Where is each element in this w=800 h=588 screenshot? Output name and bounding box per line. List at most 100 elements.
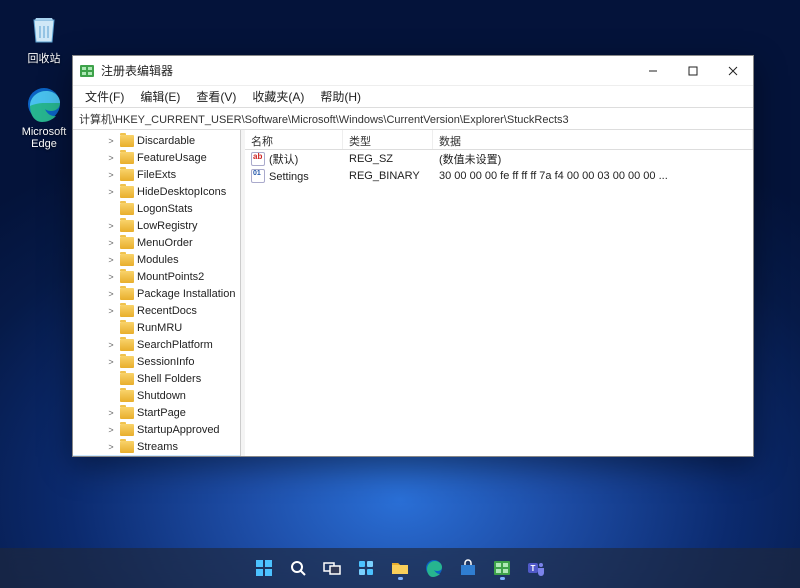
value-type: REG_SZ bbox=[343, 153, 433, 165]
tree-item[interactable]: > RecentDocs bbox=[73, 302, 240, 319]
edge-icon bbox=[24, 84, 64, 124]
tree-item-label: Shutdown bbox=[137, 390, 186, 402]
minimize-button[interactable] bbox=[633, 56, 673, 86]
recycle-bin-icon bbox=[24, 8, 64, 48]
tree-item[interactable]: > StartupApproved bbox=[73, 421, 240, 438]
tree-item[interactable]: > SearchPlatform bbox=[73, 336, 240, 353]
tree-item[interactable]: > FileExts bbox=[73, 166, 240, 183]
expander-icon[interactable]: > bbox=[105, 272, 117, 282]
tree-item[interactable]: StuckRects3 bbox=[73, 455, 240, 456]
menu-favorites[interactable]: 收藏夹(A) bbox=[246, 86, 310, 107]
tree-item[interactable]: >SessionInfo bbox=[73, 353, 240, 370]
column-type[interactable]: 类型 bbox=[343, 130, 433, 149]
desktop-icon-label: 回收站 bbox=[14, 50, 74, 66]
folder-icon bbox=[120, 271, 134, 283]
widgets-button[interactable] bbox=[352, 554, 380, 582]
expander-icon[interactable]: > bbox=[105, 187, 117, 197]
tree-item-label: Modules bbox=[137, 254, 179, 266]
teams-button[interactable]: T bbox=[522, 554, 550, 582]
expander-icon[interactable]: > bbox=[105, 289, 117, 299]
folder-icon bbox=[120, 169, 134, 181]
folder-icon bbox=[120, 356, 134, 368]
folder-icon bbox=[120, 390, 134, 402]
taskview-button[interactable] bbox=[318, 554, 346, 582]
tree-item-label: LogonStats bbox=[137, 203, 193, 215]
tree-item[interactable]: >Streams bbox=[73, 438, 240, 455]
tree-item[interactable]: Shutdown bbox=[73, 387, 240, 404]
expander-icon[interactable]: > bbox=[105, 340, 117, 350]
explorer-button[interactable] bbox=[386, 554, 414, 582]
registry-tree[interactable]: >Discardable>FeatureUsage>FileExts>HideD… bbox=[73, 130, 241, 456]
expander-icon[interactable]: > bbox=[105, 170, 117, 180]
folder-icon bbox=[120, 424, 134, 436]
menu-file[interactable]: 文件(F) bbox=[79, 86, 130, 107]
tree-item[interactable]: Shell Folders bbox=[73, 370, 240, 387]
regedit-taskbar-button[interactable] bbox=[488, 554, 516, 582]
tree-item-label: LowRegistry bbox=[137, 220, 198, 232]
expander-icon[interactable]: > bbox=[105, 357, 117, 367]
tree-item-label: RecentDocs bbox=[137, 305, 197, 317]
expander-icon[interactable]: > bbox=[105, 238, 117, 248]
value-list: 名称 类型 数据 (默认)REG_SZ(数值未设置)SettingsREG_BI… bbox=[245, 130, 753, 456]
tree-item[interactable]: >MenuOrder bbox=[73, 234, 240, 251]
menu-view[interactable]: 查看(V) bbox=[190, 86, 242, 107]
menu-help[interactable]: 帮助(H) bbox=[314, 86, 367, 107]
list-row[interactable]: (默认)REG_SZ(数值未设置) bbox=[245, 150, 753, 167]
tree-item[interactable]: > Modules bbox=[73, 251, 240, 268]
tree-item-label: FileExts bbox=[137, 169, 176, 181]
regedit-app-icon bbox=[79, 63, 95, 79]
tree-item[interactable]: > Package Installation bbox=[73, 285, 240, 302]
folder-icon bbox=[120, 237, 134, 249]
start-button[interactable] bbox=[250, 554, 278, 582]
tree-item[interactable]: > LowRegistry bbox=[73, 217, 240, 234]
tree-item-label: SearchPlatform bbox=[137, 339, 213, 351]
folder-icon bbox=[120, 288, 134, 300]
tree-item-label: FeatureUsage bbox=[137, 152, 207, 164]
tree-item[interactable]: > FeatureUsage bbox=[73, 149, 240, 166]
tree-item-label: MountPoints2 bbox=[137, 271, 204, 283]
folder-icon bbox=[120, 322, 134, 334]
desktop-icon-label: Microsoft Edge bbox=[14, 126, 74, 150]
edge-taskbar-button[interactable] bbox=[420, 554, 448, 582]
tree-item-label: HideDesktopIcons bbox=[137, 186, 226, 198]
folder-icon bbox=[120, 339, 134, 351]
desktop-icon-edge[interactable]: Microsoft Edge bbox=[14, 84, 74, 150]
expander-icon[interactable]: > bbox=[105, 136, 117, 146]
tree-item[interactable]: LogonStats bbox=[73, 200, 240, 217]
tree-item[interactable]: > HideDesktopIcons bbox=[73, 183, 240, 200]
tree-item[interactable]: >StartPage bbox=[73, 404, 240, 421]
expander-icon[interactable]: > bbox=[105, 408, 117, 418]
desktop-icon-recycle-bin[interactable]: 回收站 bbox=[14, 8, 74, 66]
search-button[interactable] bbox=[284, 554, 312, 582]
folder-icon bbox=[120, 220, 134, 232]
menubar: 文件(F) 编辑(E) 查看(V) 收藏夹(A) 帮助(H) bbox=[73, 86, 753, 108]
tree-item-label: RunMRU bbox=[137, 322, 182, 334]
folder-icon bbox=[120, 407, 134, 419]
store-button[interactable] bbox=[454, 554, 482, 582]
address-bar[interactable]: 计算机\HKEY_CURRENT_USER\Software\Microsoft… bbox=[73, 108, 753, 130]
folder-icon bbox=[120, 186, 134, 198]
menu-edit[interactable]: 编辑(E) bbox=[134, 86, 186, 107]
folder-icon bbox=[120, 441, 134, 453]
column-name[interactable]: 名称 bbox=[245, 130, 343, 149]
folder-icon bbox=[120, 373, 134, 385]
expander-icon[interactable]: > bbox=[105, 425, 117, 435]
tree-item-label: StartupApproved bbox=[137, 424, 220, 436]
tree-item[interactable]: >Discardable bbox=[73, 132, 240, 149]
titlebar[interactable]: 注册表编辑器 bbox=[73, 56, 753, 86]
expander-icon[interactable]: > bbox=[105, 153, 117, 163]
expander-icon[interactable]: > bbox=[105, 442, 117, 452]
expander-icon[interactable]: > bbox=[105, 255, 117, 265]
list-row[interactable]: SettingsREG_BINARY30 00 00 00 fe ff ff f… bbox=[245, 167, 753, 184]
close-button[interactable] bbox=[713, 56, 753, 86]
value-type: REG_BINARY bbox=[343, 170, 433, 182]
column-data[interactable]: 数据 bbox=[433, 130, 753, 149]
maximize-button[interactable] bbox=[673, 56, 713, 86]
expander-icon[interactable]: > bbox=[105, 306, 117, 316]
folder-icon bbox=[120, 305, 134, 317]
tree-item[interactable]: RunMRU bbox=[73, 319, 240, 336]
tree-item-label: Package Installation bbox=[137, 288, 235, 300]
list-header[interactable]: 名称 类型 数据 bbox=[245, 130, 753, 150]
tree-item[interactable]: > MountPoints2 bbox=[73, 268, 240, 285]
expander-icon[interactable]: > bbox=[105, 221, 117, 231]
